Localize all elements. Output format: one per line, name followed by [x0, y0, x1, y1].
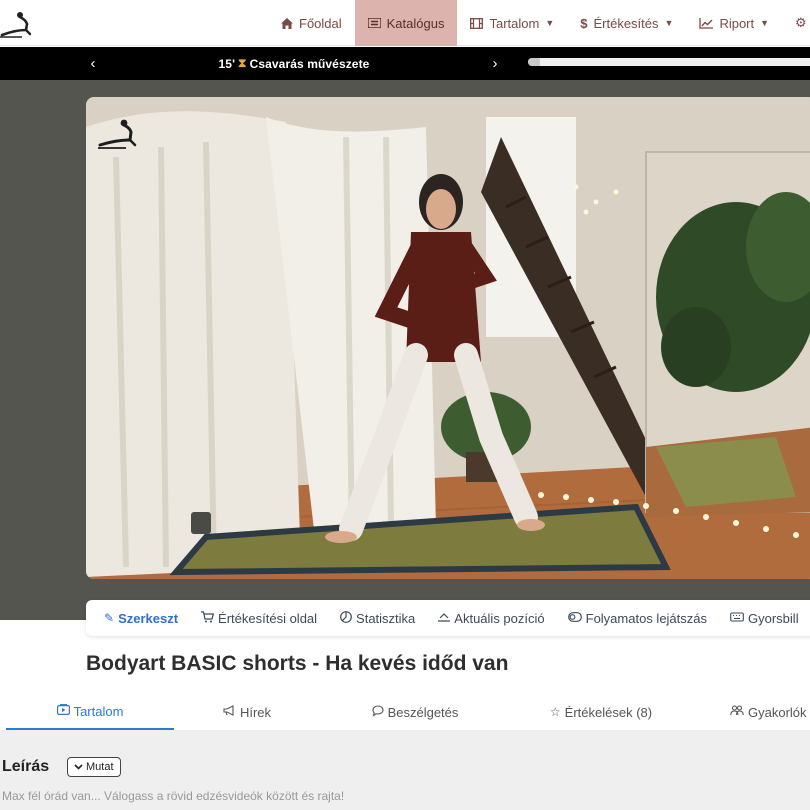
statistics-button[interactable]: Statisztika [340, 611, 415, 626]
chevron-down-icon [74, 762, 83, 772]
watermark-logo-icon [98, 117, 142, 151]
nav-item-sales[interactable]: $ Értékesítés ▼ [567, 0, 686, 46]
action-label: Gyorsbill [748, 610, 799, 626]
keyboard-shortcuts-button[interactable]: Gyorsbill [730, 611, 799, 626]
lesson-action-bar: ✎ Szerkeszt Értékesítési oldal Statiszti… [86, 600, 810, 636]
action-label: Statisztika [356, 610, 416, 626]
action-label: Értékesítési oldal [218, 610, 318, 626]
nav-item-catalog[interactable]: Katalógus [354, 0, 458, 46]
continuous-play-button[interactable]: Folyamatos lejátszás [567, 610, 708, 626]
content-tabs: Tartalom Hírek Beszélgetés ☆ Értékelések… [0, 694, 810, 730]
show-description-button[interactable]: Mutat [67, 757, 121, 777]
dollar-icon: $ [580, 15, 588, 31]
nav-item-home[interactable]: Főoldal [268, 0, 355, 46]
previous-lesson-button[interactable]: ‹ [84, 47, 102, 80]
position-icon [438, 611, 451, 625]
gear-icon: ⚙ [795, 15, 807, 30]
caret-down-icon: ▼ [664, 18, 674, 28]
star-icon: ☆ [549, 705, 561, 719]
show-description-label: Mutat [86, 761, 114, 773]
chart-icon [699, 17, 714, 29]
nav-item-label: Tartalom [489, 15, 540, 31]
yoga-logo-icon[interactable] [0, 8, 34, 40]
next-lesson-button[interactable]: › [486, 47, 504, 80]
sales-page-button[interactable]: Értékesítési oldal [201, 611, 317, 626]
megaphone-icon [223, 705, 236, 719]
tab-label: Hírek [239, 704, 272, 720]
settings-button[interactable]: ⚙ [782, 0, 807, 46]
lesson-name: Csavarás művészete [249, 56, 370, 71]
tab-ratings[interactable]: ☆ Értékelések (8) [510, 694, 692, 730]
description-text: Max fél órád van... Válogass a rövid edz… [2, 789, 345, 803]
top-navigation: Főoldal Katalógus Tartalom ▼ $ Értékesít… [0, 0, 810, 46]
tab-label: Értékelések (8) [564, 704, 653, 720]
stats-icon [340, 610, 352, 626]
hourglass-icon: ⧗ [238, 56, 247, 70]
caret-down-icon: ▼ [760, 18, 770, 28]
tab-label: Gyakorlók [748, 704, 807, 720]
course-progress-bar [528, 58, 810, 66]
list-icon [367, 18, 381, 28]
video-player[interactable] [86, 97, 810, 579]
nav-item-report[interactable]: Riport ▼ [686, 0, 782, 46]
tab-label: Tartalom [73, 703, 124, 719]
description-heading: Leírás [2, 758, 50, 775]
tab-content[interactable]: Tartalom [6, 694, 174, 730]
film-icon [470, 17, 484, 29]
lesson-duration: 15' [218, 56, 236, 71]
caret-down-icon: ▼ [545, 18, 555, 28]
course-progress-fill [528, 58, 540, 66]
action-label: Folyamatos lejátszás [585, 610, 708, 626]
keyboard-icon [730, 611, 744, 625]
action-label: Szerkeszt [118, 610, 179, 626]
tab-news[interactable]: Hírek [174, 694, 320, 730]
nav-item-label: Értékesítés [593, 15, 659, 31]
chat-icon [372, 704, 384, 720]
edit-icon: ✎ [104, 611, 115, 625]
cart-icon [201, 610, 215, 626]
tab-label: Beszélgetés [387, 704, 459, 720]
video-icon [56, 704, 70, 718]
nav-item-content[interactable]: Tartalom ▼ [457, 0, 567, 46]
tab-practitioners[interactable]: Gyakorlók [692, 694, 810, 730]
edit-button[interactable]: ✎ Szerkeszt [104, 611, 178, 626]
nav-item-label: Riport [719, 15, 755, 31]
people-icon [730, 705, 744, 719]
tab-discussion[interactable]: Beszélgetés [320, 694, 510, 730]
lesson-bar-title: 15' ⧗ Csavarás művészete [110, 47, 478, 80]
nav-item-label: Főoldal [299, 15, 342, 31]
video-frame-illustration [86, 97, 810, 579]
nav-item-label: Katalógus [386, 15, 445, 31]
action-label: Aktuális pozíció [454, 610, 545, 626]
current-position-button[interactable]: Aktuális pozíció [438, 610, 545, 626]
page-title: Bodyart BASIC shorts - Ha kevés időd van [86, 652, 509, 675]
loop-icon [567, 611, 582, 625]
home-icon [281, 17, 293, 29]
